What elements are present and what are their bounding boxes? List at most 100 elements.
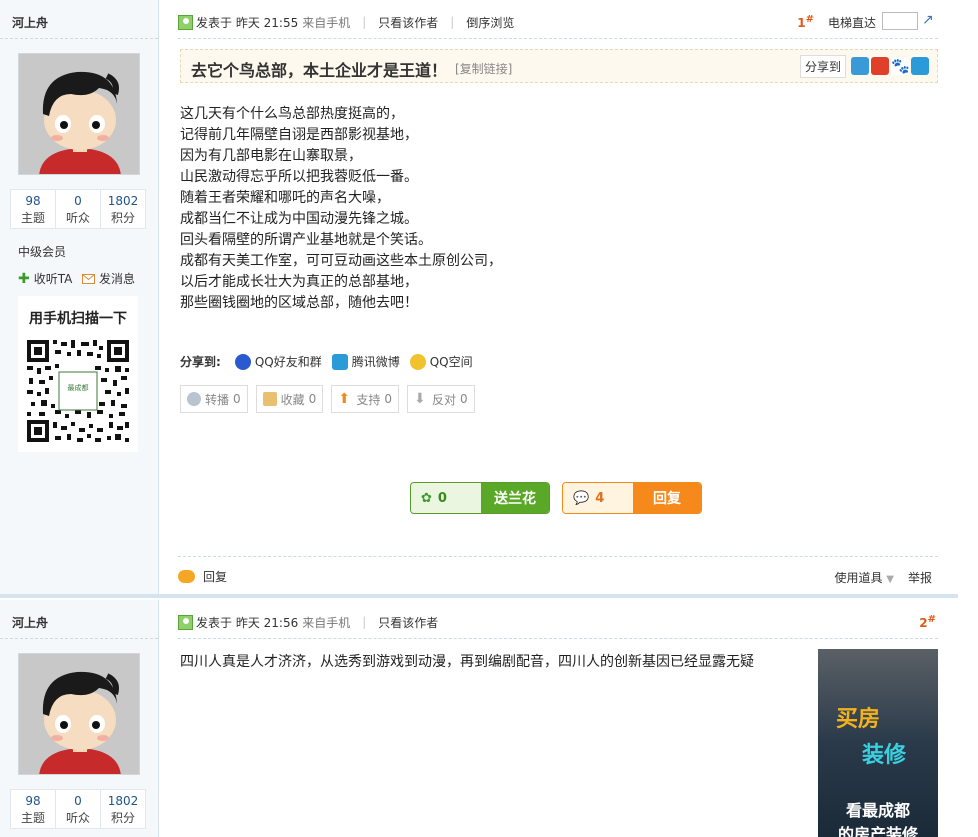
- share-to-label: 分享到: [799, 54, 846, 78]
- message-label: 发消息: [99, 272, 136, 286]
- orchid-icon: ✿: [421, 490, 432, 506]
- report-link[interactable]: 举报: [908, 569, 932, 586]
- content-line: 那些圈钱圈地的区域总部，随他去吧！: [180, 295, 418, 311]
- reply-link-label: 回复: [203, 570, 228, 584]
- tools-label: 使用道具: [834, 571, 883, 585]
- use-tools-menu[interactable]: 使用道具 ▼: [834, 569, 894, 586]
- reply-link[interactable]: 回复: [178, 568, 227, 585]
- stat-label: 主题: [20, 211, 45, 225]
- qq-icon: [234, 353, 251, 370]
- post-meta-bar: 发表于 昨天 21:55 来自手机 | 只看该作者 | 倒序浏览 1# 电梯直达…: [178, 12, 938, 32]
- floor-number[interactable]: 2#: [919, 614, 936, 630]
- qr-code-icon: 最成都: [25, 338, 131, 444]
- reverse-order-link[interactable]: 倒序浏览: [466, 14, 514, 31]
- reply-label: 回复: [633, 483, 701, 513]
- big-buttons: ✿ 0 送兰花 💬 4 回复: [410, 482, 702, 514]
- content-line: 山民激动得忘乎所以把我蓉贬低一番。: [180, 169, 418, 185]
- author-name[interactable]: 河上舟: [12, 14, 48, 31]
- stat-label: 积分: [110, 211, 135, 225]
- advertisement-banner[interactable]: 买房 装修 看最成都 的房产装修: [818, 649, 938, 837]
- reply-big-button[interactable]: 💬 4 回复: [562, 482, 702, 514]
- ad-line: 装修: [862, 743, 907, 768]
- flower-label: 送兰花: [481, 483, 549, 513]
- only-author-link[interactable]: 只看该作者: [378, 14, 438, 31]
- qzone-star-icon: [409, 353, 426, 370]
- stat-points[interactable]: 1802 积分: [101, 190, 145, 228]
- user-online-icon: [178, 614, 193, 630]
- stat-followers[interactable]: 0 听众: [56, 190, 101, 228]
- divider: [178, 638, 938, 639]
- stat-followers[interactable]: 0 听众: [56, 790, 101, 828]
- action-count: 0: [384, 392, 392, 406]
- caret-down-icon: ▼: [886, 574, 894, 585]
- tencent-weibo-share-icon[interactable]: [911, 57, 929, 75]
- stat-number: 1802: [107, 794, 139, 808]
- post-time: 发表于 昨天 21:55: [196, 15, 299, 30]
- follow-label: 收听TA: [33, 272, 73, 286]
- post-2: 河上舟 98 主题 0 听众 1802 积分 发表于 昨天 21:56 来自手机…: [0, 600, 978, 837]
- action-label: 转播: [205, 392, 230, 407]
- qr-caption: 最成都: [68, 383, 89, 392]
- avatar[interactable]: [18, 53, 140, 175]
- stat-number: 98: [25, 794, 41, 808]
- post-separator: [0, 594, 958, 598]
- author-stats: 98 主题 0 听众 1802 积分: [10, 789, 146, 829]
- divider: [178, 556, 938, 557]
- weibo-share-icon[interactable]: [871, 57, 889, 75]
- separator: |: [450, 15, 455, 29]
- post-content: 四川人真是人才济济，从选秀到游戏到动漫，再到编剧配音，四川人的创新基因已经显露无…: [180, 654, 754, 670]
- send-message-button[interactable]: 发消息: [82, 270, 135, 287]
- content-line: 成都当仁不让成为中国动漫先锋之城。: [180, 211, 418, 227]
- divider: [178, 38, 938, 39]
- stat-label: 听众: [65, 811, 90, 825]
- reply-counter: 💬 4: [563, 483, 633, 513]
- qr-code-box: 用手机扫描一下 最成都: [18, 296, 138, 452]
- qzone-share-icon[interactable]: [851, 57, 869, 75]
- share-qzone-link[interactable]: QQ空间: [430, 353, 473, 370]
- post-source: 来自手机: [302, 615, 351, 630]
- author-sidebar: 河上舟 98 主题 0: [0, 600, 159, 837]
- member-level[interactable]: 中级会员: [18, 243, 66, 260]
- content-line: 因为有几部电影在山寨取景，: [180, 148, 362, 164]
- content-line: 成都有天美工作室，可可豆动画这些本土原创公司，: [180, 253, 502, 269]
- floor-value: 2: [919, 616, 928, 630]
- send-flower-button[interactable]: ✿ 0 送兰花: [410, 482, 550, 514]
- separator: |: [362, 15, 367, 29]
- stat-topics[interactable]: 98 主题: [11, 190, 56, 228]
- repost-button[interactable]: 转播 0: [180, 385, 248, 413]
- stat-points[interactable]: 1802 积分: [101, 790, 145, 828]
- avatar[interactable]: [18, 653, 140, 775]
- reply-count: 4: [595, 490, 605, 506]
- floor-number[interactable]: 1#: [797, 14, 814, 30]
- share-weibo-link[interactable]: 腾讯微博: [352, 353, 400, 370]
- oppose-button[interactable]: ⬇ 反对 0: [406, 385, 475, 413]
- plus-icon: ✚: [18, 270, 30, 287]
- content-line: 回头看隔壁的所谓产业基地就是个笑话。: [180, 232, 432, 248]
- share-to-box: 分享到 🐾: [799, 54, 929, 78]
- content-line: 随着王者荣耀和哪吒的声名大噪，: [180, 190, 390, 206]
- stat-number: 0: [74, 194, 82, 208]
- baidu-share-icon[interactable]: 🐾: [891, 57, 910, 75]
- stat-number: 98: [25, 194, 41, 208]
- elevator-go-icon[interactable]: ↗: [922, 12, 938, 30]
- author-name[interactable]: 河上舟: [12, 614, 48, 631]
- copy-link-button[interactable]: [复制链接]: [455, 60, 512, 77]
- post-body: 发表于 昨天 21:55 来自手机 | 只看该作者 | 倒序浏览 1# 电梯直达…: [178, 0, 938, 596]
- ad-line: 买房: [836, 707, 881, 732]
- support-button[interactable]: ⬆ 支持 0: [331, 385, 399, 413]
- stat-label: 积分: [110, 811, 135, 825]
- follow-button[interactable]: ✚ 收听TA: [18, 270, 72, 287]
- thread-title-bar: 去它个鸟总部，本土企业才是王道！ [复制链接] 分享到 🐾: [180, 49, 938, 83]
- qr-title: 用手机扫描一下: [29, 311, 127, 327]
- share-qq-link[interactable]: QQ好友和群: [255, 353, 322, 370]
- favorite-button[interactable]: 收藏 0: [255, 385, 324, 413]
- action-count: 0: [308, 392, 317, 406]
- folder-icon: [262, 392, 277, 406]
- action-label: 反对: [431, 392, 456, 407]
- elevator-input[interactable]: [882, 12, 918, 30]
- microphone-icon: [187, 392, 201, 406]
- post-source: 来自手机: [302, 15, 351, 30]
- only-author-link[interactable]: 只看该作者: [378, 614, 438, 631]
- stat-number: 0: [74, 794, 82, 808]
- stat-topics[interactable]: 98 主题: [11, 790, 56, 828]
